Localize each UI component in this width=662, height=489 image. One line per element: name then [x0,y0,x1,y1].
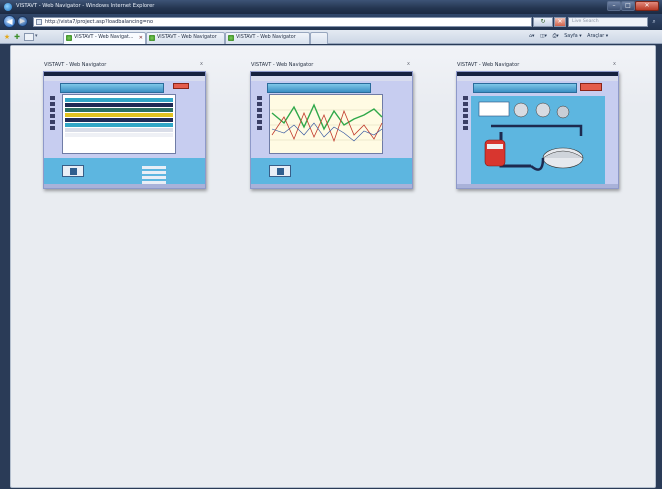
search-icon[interactable]: ⌕ [648,17,660,27]
favorites-star-icon[interactable]: ★ [3,33,11,41]
page-menu[interactable]: Sayfa ▾ [564,34,581,39]
stop-button[interactable]: ✕ [554,17,566,27]
tab-list-dropdown-icon[interactable]: ▾ [35,33,38,39]
preview-header [267,83,371,93]
tab-label: VISTAVT - Web Navigator [157,35,217,40]
home-icon[interactable]: ⌂▾ [529,34,534,39]
tab-1[interactable]: VISTAVT - Web Navigat... ✕ [63,32,146,44]
thumbnail-close-icon[interactable]: x [200,61,203,67]
preview-header [60,83,164,93]
thumbnail-title: VISTAVT - Web Navigator [457,62,520,68]
search-input[interactable]: Live Search [568,17,648,27]
tab-thumbnail-3[interactable]: VISTAVT - Web Navigator x [456,59,619,189]
tab-bar: ★ ✚ ▾ VISTAVT - Web Navigat... ✕ VISTAVT… [0,30,662,44]
page-favicon-icon [149,35,155,41]
refresh-button[interactable]: ↻ [533,17,553,27]
preview-table [62,94,176,154]
page-favicon-icon [66,35,72,41]
page-icon [36,19,42,25]
tab-label: VISTAVT - Web Navigator [236,35,296,40]
add-favorites-icon[interactable]: ✚ [13,33,21,41]
maximize-button[interactable]: □ [621,1,635,11]
thumbnail-preview [43,71,206,189]
window-title: VISTAVT - Web Navigator - Windows Intern… [16,3,155,9]
minimize-button[interactable]: – [607,1,621,11]
thumbnail-title: VISTAVT - Web Navigator [251,62,314,68]
command-bar: ⌂▾ ◫▾ ⎙▾ Sayfa ▾ Araçlar ▾ [529,32,662,42]
preview-alarm [580,83,602,91]
tab-label: VISTAVT - Web Navigat... [74,35,134,40]
preview-alarm [173,83,189,89]
tab-thumbnail-2[interactable]: VISTAVT - Web Navigator x [250,59,413,189]
new-tab-button[interactable] [310,32,328,44]
title-bar: VISTAVT - Web Navigator - Windows Intern… [0,0,662,14]
thumbnail-close-icon[interactable]: x [407,61,410,67]
thumbnail-preview [250,71,413,189]
print-icon[interactable]: ⎙▾ [552,34,558,39]
preview-process-diagram [471,96,605,186]
preview-trend-chart [269,94,384,154]
quick-tabs-button[interactable] [24,33,34,41]
tab-2[interactable]: VISTAVT - Web Navigator [146,32,225,44]
address-input[interactable]: http://vista7/project.asp?loadbalancing=… [33,17,532,27]
preview-controls [269,165,291,177]
forward-button[interactable]: ▶ [17,16,28,27]
close-button[interactable]: ✕ [635,1,659,11]
preview-controls [62,165,84,177]
quick-tabs-view: VISTAVT - Web Navigator x VISTAVT - Web … [10,45,656,488]
thumbnail-title: VISTAVT - Web Navigator [44,62,107,68]
page-favicon-icon [228,35,234,41]
thumbnail-preview [456,71,619,189]
address-url: http://vista7/project.asp?loadbalancing=… [45,19,154,25]
tools-menu[interactable]: Araçlar ▾ [587,34,608,39]
back-button[interactable]: ◀ [3,15,16,28]
thumbnail-close-icon[interactable]: x [613,61,616,67]
ie-logo-icon [4,3,12,11]
browser-window: VISTAVT - Web Navigator - Windows Intern… [0,0,662,489]
tab-3[interactable]: VISTAVT - Web Navigator [225,32,310,44]
tab-close-icon[interactable]: ✕ [139,33,143,43]
search-placeholder: Live Search [572,19,599,24]
tab-thumbnail-1[interactable]: VISTAVT - Web Navigator x [43,59,206,189]
preview-header [473,83,577,93]
feeds-icon[interactable]: ◫▾ [540,34,547,39]
address-toolbar: ◀ ▶ http://vista7/project.asp?loadbalanc… [0,14,662,30]
